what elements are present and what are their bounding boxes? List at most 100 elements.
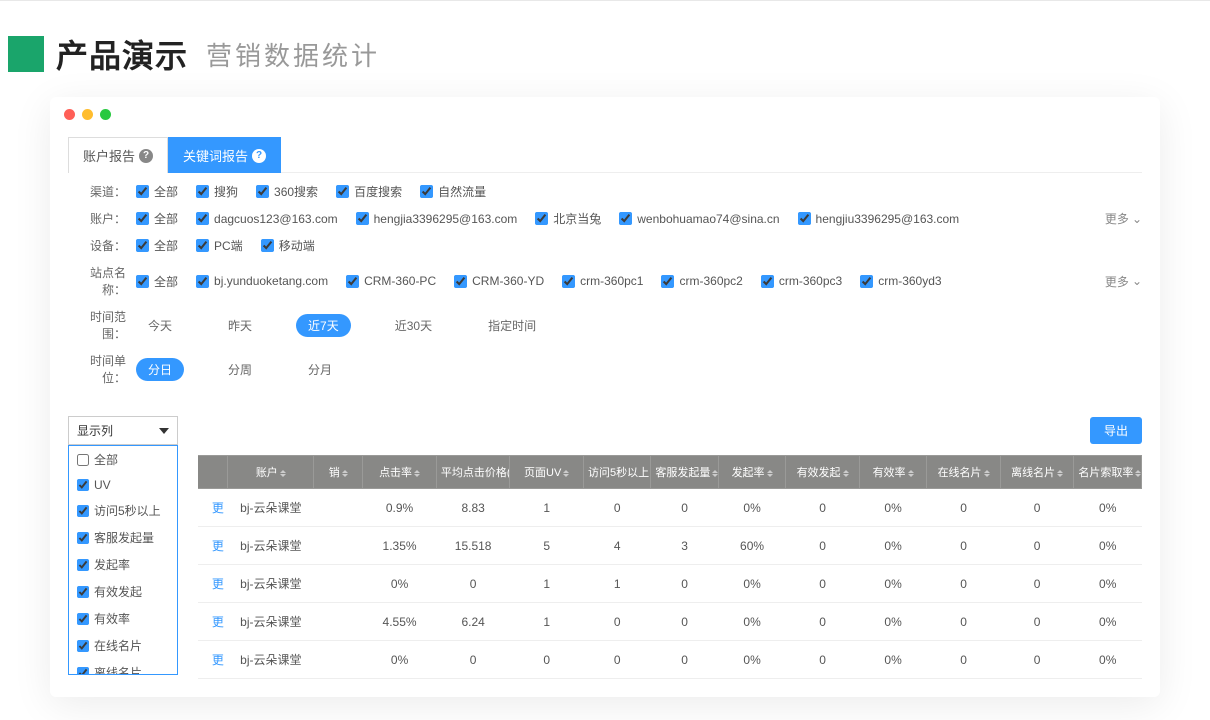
table-header-cell[interactable]: 名片索取率 (1074, 456, 1142, 489)
filter-option[interactable]: 百度搜索 (336, 183, 402, 200)
pill-option[interactable]: 分周 (216, 358, 264, 381)
checkbox-input[interactable] (196, 185, 209, 198)
checkbox-input[interactable] (77, 613, 89, 625)
close-dot-icon[interactable] (64, 109, 75, 120)
table-header-cell[interactable]: 离线名片 (1000, 456, 1074, 489)
pill-option[interactable]: 近7天 (296, 314, 351, 337)
checkbox-input[interactable] (535, 212, 548, 225)
column-option[interactable]: 客服发起量 (69, 524, 177, 551)
checkbox-input[interactable] (136, 185, 149, 198)
checkbox-input[interactable] (196, 275, 209, 288)
checkbox-input[interactable] (136, 275, 149, 288)
checkbox-input[interactable] (77, 454, 89, 466)
sort-icon[interactable] (1135, 470, 1141, 477)
column-option[interactable]: 在线名片 (69, 632, 177, 659)
checkbox-input[interactable] (420, 185, 433, 198)
table-header-cell[interactable]: 页面UV (510, 456, 584, 489)
checkbox-input[interactable] (77, 532, 89, 544)
pill-option[interactable]: 昨天 (216, 314, 264, 337)
table-header-cell[interactable]: 点击率 (363, 456, 437, 489)
filter-option[interactable]: 北京当兔 (535, 210, 601, 227)
checkbox-input[interactable] (77, 479, 89, 491)
checkbox-input[interactable] (761, 275, 774, 288)
filter-option[interactable]: CRM-360-YD (454, 274, 544, 288)
sort-icon[interactable] (342, 470, 348, 477)
table-header-cell[interactable]: 有效率 (859, 456, 926, 489)
table-header-cell[interactable]: 在线名片 (927, 456, 1001, 489)
table-header-cell[interactable]: 账户 (228, 456, 314, 489)
more-link[interactable]: 更多 ⌄ (1105, 210, 1142, 227)
checkbox-input[interactable] (798, 212, 811, 225)
column-option[interactable]: 有效发起 (69, 578, 177, 605)
column-selector-button[interactable]: 显示列 (68, 416, 178, 445)
filter-option[interactable]: crm-360yd3 (860, 274, 941, 288)
filter-option[interactable]: 360搜索 (256, 183, 318, 200)
column-option[interactable]: 全部 (69, 446, 177, 473)
filter-option[interactable]: 全部 (136, 237, 178, 254)
filter-option[interactable]: 全部 (136, 273, 178, 290)
checkbox-input[interactable] (196, 212, 209, 225)
tab-account-report[interactable]: 账户报告 ? (68, 137, 168, 173)
checkbox-input[interactable] (346, 275, 359, 288)
filter-option[interactable]: crm-360pc3 (761, 274, 842, 288)
sort-icon[interactable] (414, 470, 420, 477)
checkbox-input[interactable] (261, 239, 274, 252)
sort-icon[interactable] (1057, 470, 1063, 477)
filter-option[interactable]: dagcuos123@163.com (196, 212, 338, 226)
table-header-cell[interactable]: 平均点击价格(元) (436, 456, 510, 489)
filter-option[interactable]: 全部 (136, 210, 178, 227)
pill-option[interactable]: 指定时间 (476, 314, 548, 337)
table-header-cell[interactable]: 访问5秒以上 (583, 456, 650, 489)
sort-icon[interactable] (843, 470, 849, 477)
tab-keyword-report[interactable]: 关键词报告 ? (168, 137, 281, 173)
checkbox-input[interactable] (77, 586, 89, 598)
sort-icon[interactable] (280, 470, 286, 477)
column-option[interactable]: 发起率 (69, 551, 177, 578)
help-icon[interactable]: ? (139, 149, 153, 163)
filter-option[interactable]: PC端 (196, 237, 243, 254)
column-option[interactable]: 离线名片 (69, 659, 177, 675)
filter-option[interactable]: bj.yunduoketang.com (196, 274, 328, 288)
checkbox-input[interactable] (77, 667, 89, 676)
pill-option[interactable]: 分月 (296, 358, 344, 381)
checkbox-input[interactable] (136, 212, 149, 225)
sort-icon[interactable] (984, 470, 990, 477)
export-button[interactable]: 导出 (1090, 417, 1142, 444)
pill-option[interactable]: 今天 (136, 314, 184, 337)
filter-option[interactable]: CRM-360-PC (346, 274, 436, 288)
column-option[interactable]: UV (69, 473, 177, 497)
sort-icon[interactable] (767, 470, 773, 477)
filter-option[interactable]: 全部 (136, 183, 178, 200)
filter-option[interactable]: hengjia3396295@163.com (356, 212, 518, 226)
checkbox-input[interactable] (336, 185, 349, 198)
checkbox-input[interactable] (256, 185, 269, 198)
table-header-cell[interactable]: 销 (314, 456, 363, 489)
filter-option[interactable]: 移动端 (261, 237, 315, 254)
checkbox-input[interactable] (77, 559, 89, 571)
column-option[interactable]: 访问5秒以上 (69, 497, 177, 524)
checkbox-input[interactable] (562, 275, 575, 288)
checkbox-input[interactable] (77, 505, 89, 517)
checkbox-input[interactable] (77, 640, 89, 652)
filter-option[interactable]: 自然流量 (420, 183, 486, 200)
help-icon[interactable]: ? (252, 149, 266, 163)
filter-option[interactable]: wenbohuamao74@sina.cn (619, 212, 779, 226)
column-option[interactable]: 有效率 (69, 605, 177, 632)
table-header-cell[interactable]: 客服发起量 (651, 456, 718, 489)
sort-icon[interactable] (563, 470, 569, 477)
maximize-dot-icon[interactable] (100, 109, 111, 120)
checkbox-input[interactable] (196, 239, 209, 252)
filter-option[interactable]: 搜狗 (196, 183, 238, 200)
checkbox-input[interactable] (860, 275, 873, 288)
pill-option[interactable]: 近30天 (383, 314, 444, 337)
more-link[interactable]: 更多 ⌄ (1105, 273, 1142, 290)
checkbox-input[interactable] (136, 239, 149, 252)
sort-icon[interactable] (908, 470, 914, 477)
minimize-dot-icon[interactable] (82, 109, 93, 120)
table-header-cell[interactable]: 有效发起 (786, 456, 860, 489)
filter-option[interactable]: hengjiu3396295@163.com (798, 212, 960, 226)
table-header-cell[interactable]: 发起率 (718, 456, 785, 489)
pill-option[interactable]: 分日 (136, 358, 184, 381)
checkbox-input[interactable] (619, 212, 632, 225)
filter-option[interactable]: crm-360pc1 (562, 274, 643, 288)
